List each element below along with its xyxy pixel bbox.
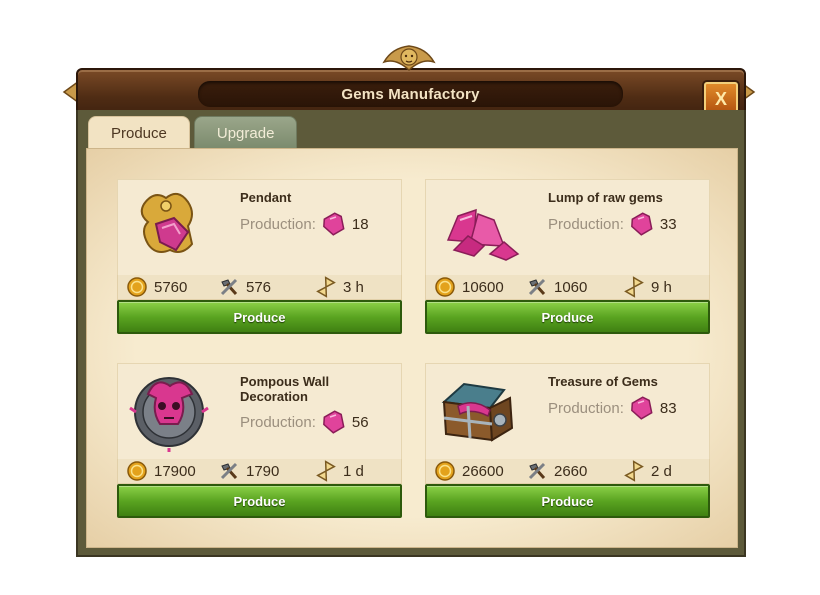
hammer-icon <box>220 462 238 480</box>
tab-upgrade[interactable]: Upgrade <box>193 116 298 149</box>
item-name: Treasure of Gems <box>548 374 658 389</box>
supplies-cost-value: 576 <box>246 278 272 296</box>
item-name: Pompous Wall Decoration <box>240 374 330 404</box>
hammer-icon <box>528 278 546 296</box>
coin-icon <box>127 277 147 297</box>
cost-row: 5760 576 3 h <box>117 275 402 300</box>
production-row: Production: 83 <box>548 396 677 420</box>
production-card: Lump of raw gems Production: 33 10600 10… <box>425 179 710 334</box>
hourglass-icon <box>624 276 644 298</box>
time-cost-value: 1 d <box>343 462 364 480</box>
production-value: 18 <box>351 215 369 233</box>
production-row: Production: 18 <box>240 212 369 236</box>
production-value: 56 <box>351 413 369 431</box>
supplies-cost-value: 1060 <box>554 278 588 296</box>
cost-row: 17900 1790 1 d <box>117 459 402 484</box>
produce-button[interactable]: Produce <box>117 300 402 334</box>
hourglass-icon <box>624 460 644 482</box>
hourglass-icon <box>316 460 336 482</box>
item-name: Lump of raw gems <box>548 190 663 205</box>
gem-icon <box>630 396 653 420</box>
time-cost: 2 d <box>623 460 672 482</box>
supplies-cost-value: 2660 <box>554 462 588 480</box>
gem-icon <box>630 212 653 236</box>
time-cost: 3 h <box>315 276 364 298</box>
production-value: 33 <box>659 215 677 233</box>
coin-cost-value: 26600 <box>462 462 504 480</box>
coin-icon <box>127 461 147 481</box>
production-card: Treasure of Gems Production: 83 26600 26… <box>425 363 710 518</box>
production-label: Production: <box>240 413 316 431</box>
coin-cost: 5760 <box>126 276 187 298</box>
produce-button[interactable]: Produce <box>425 300 710 334</box>
time-cost-value: 9 h <box>651 278 672 296</box>
coin-cost-value: 17900 <box>154 462 196 480</box>
production-label: Production: <box>548 399 624 417</box>
gem-icon <box>322 212 345 236</box>
time-cost: 1 d <box>315 460 364 482</box>
card-header: Treasure of Gems Production: 83 <box>425 363 710 461</box>
coin-cost: 17900 <box>126 460 196 482</box>
coin-icon <box>435 461 455 481</box>
tab-produce[interactable]: Produce <box>88 116 190 149</box>
treasure-chest-icon <box>441 382 514 442</box>
time-cost-value: 3 h <box>343 278 364 296</box>
production-value: 83 <box>659 399 677 417</box>
title-plate: Gems Manufactory <box>198 81 623 107</box>
time-cost-value: 2 d <box>651 462 672 480</box>
production-card: Pendant Production: 18 5760 576 3 h Prod… <box>117 179 402 334</box>
production-label: Production: <box>240 215 316 233</box>
raw-gems-icon <box>446 208 520 261</box>
gems-manufactory-window: Gems Manufactory X Produce Upgrade Penda… <box>62 45 756 557</box>
production-row: Production: 33 <box>548 212 677 236</box>
production-panel: Pendant Production: 18 5760 576 3 h Prod… <box>86 148 738 548</box>
item-name: Pendant <box>240 190 292 205</box>
produce-button[interactable]: Produce <box>117 484 402 518</box>
coin-cost-value: 10600 <box>462 278 504 296</box>
supplies-cost: 2660 <box>526 460 587 482</box>
gem-icon <box>322 410 345 434</box>
pendant-icon <box>140 192 194 253</box>
production-row: Production: 56 <box>240 410 369 434</box>
card-header: Pendant Production: 18 <box>117 179 402 277</box>
tab-bar: Produce Upgrade <box>88 116 298 150</box>
hourglass-icon <box>316 276 336 298</box>
time-cost: 9 h <box>623 276 672 298</box>
lion-crest-icon <box>382 45 436 72</box>
wall-decoration-icon <box>129 377 209 452</box>
window-body: Produce Upgrade Pendant Production: 18 5… <box>76 110 746 557</box>
production-card: Pompous Wall Decoration Production: 56 1… <box>117 363 402 518</box>
hammer-icon <box>528 462 546 480</box>
supplies-cost: 1060 <box>526 276 587 298</box>
cost-row: 26600 2660 2 d <box>425 459 710 484</box>
supplies-cost-value: 1790 <box>246 462 280 480</box>
coin-cost: 10600 <box>434 276 504 298</box>
hammer-icon <box>220 278 238 296</box>
coin-cost: 26600 <box>434 460 504 482</box>
supplies-cost: 1790 <box>218 460 279 482</box>
coin-icon <box>435 277 455 297</box>
window-title: Gems Manufactory <box>341 85 480 103</box>
cost-row: 10600 1060 9 h <box>425 275 710 300</box>
supplies-cost: 576 <box>218 276 271 298</box>
card-header: Pompous Wall Decoration Production: 56 <box>117 363 402 461</box>
card-header: Lump of raw gems Production: 33 <box>425 179 710 277</box>
coin-cost-value: 5760 <box>154 278 188 296</box>
production-label: Production: <box>548 215 624 233</box>
produce-button[interactable]: Produce <box>425 484 710 518</box>
